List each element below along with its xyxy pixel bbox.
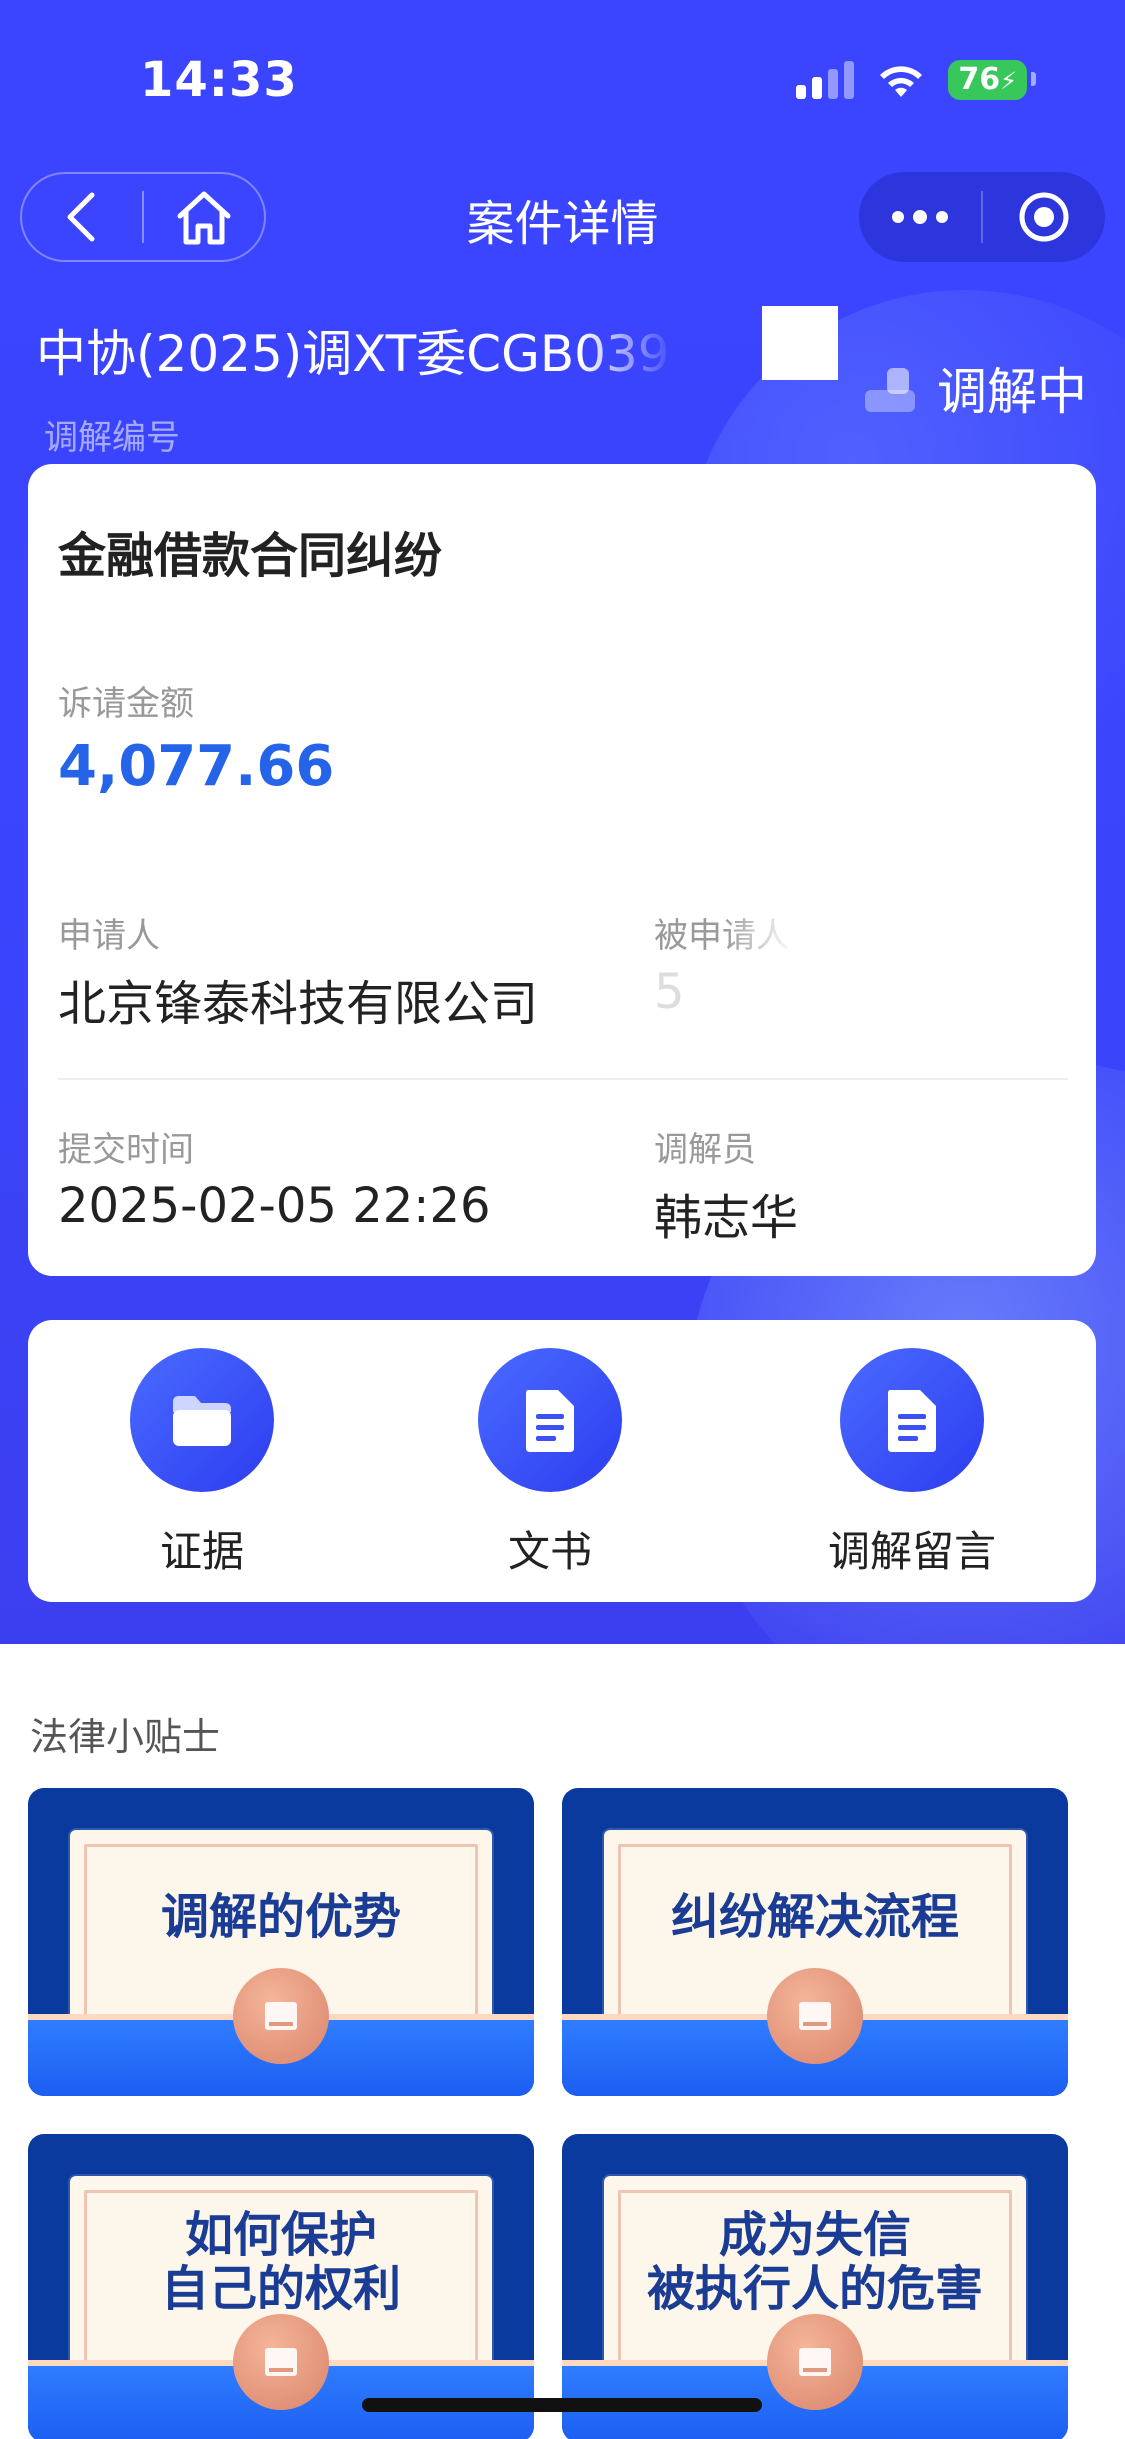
tip-card[interactable]: 纠纷解决流程 xyxy=(562,1788,1068,2096)
amount-label: 诉请金额 xyxy=(58,684,194,724)
cellular-signal-icon xyxy=(796,61,855,99)
close-miniprogram-button[interactable] xyxy=(983,173,1105,261)
nav-capsule-right xyxy=(859,172,1105,262)
tip-card[interactable]: 成为失信 被执行人的危害 xyxy=(562,2134,1068,2439)
document-icon xyxy=(478,1348,622,1492)
book-icon xyxy=(233,1968,329,2064)
case-title: 金融借款合同纠纷 xyxy=(58,528,443,584)
case-status: 调解中 xyxy=(861,352,1087,424)
applicant-label: 申请人 xyxy=(58,916,160,956)
target-circle-icon xyxy=(1019,192,1069,242)
submit-time-label: 提交时间 xyxy=(58,1130,194,1170)
tip-title: 如何保护 自己的权利 xyxy=(160,2207,401,2317)
tip-title: 成为失信 被执行人的危害 xyxy=(646,2207,983,2317)
action-panel: 证据 文书 调解留言 xyxy=(28,1320,1096,1602)
folder-icon xyxy=(130,1348,274,1492)
status-icons: 76⚡ xyxy=(796,60,1036,100)
more-dots-icon xyxy=(892,210,948,224)
case-number: 中协(2025)调XT委CGB039 xyxy=(36,325,670,383)
case-number-label: 调解编号 xyxy=(44,418,180,458)
applicant-value: 北京锋泰科技有限公司 xyxy=(58,976,539,1032)
mediation-message-button[interactable]: 调解留言 xyxy=(792,1348,1032,1579)
documents-label: 文书 xyxy=(507,1527,592,1576)
documents-button[interactable]: 文书 xyxy=(430,1348,670,1579)
book-icon xyxy=(767,1968,863,2064)
tip-card[interactable]: 调解的优势 xyxy=(28,1788,534,2096)
qr-placeholder xyxy=(762,306,838,380)
tip-card[interactable]: 如何保护 自己的权利 xyxy=(28,2134,534,2439)
mediator-value: 韩志华 xyxy=(654,1190,799,1246)
mediator-label: 调解员 xyxy=(654,1130,756,1170)
evidence-button[interactable]: 证据 xyxy=(82,1348,322,1579)
home-indicator xyxy=(362,2398,762,2412)
case-info-card: 金融借款合同纠纷 诉请金额 4,077.66 申请人 北京锋泰科技有限公司 被申… xyxy=(28,464,1096,1276)
card-divider xyxy=(58,1078,1068,1080)
battery-indicator: 76⚡ xyxy=(948,60,1036,100)
evidence-label: 证据 xyxy=(159,1527,244,1576)
book-icon xyxy=(233,2314,329,2410)
document-icon xyxy=(840,1348,984,1492)
header-background: 14:33 76⚡ 案件详情 中协(2025)调XT委CGB039 调解编号 调… xyxy=(0,0,1125,1644)
tip-title: 调解的优势 xyxy=(160,1889,401,1945)
status-cube-icon xyxy=(865,368,915,412)
respondent-label: 被申请人 xyxy=(654,916,790,956)
claim-amount: 4,077.66 xyxy=(58,734,335,799)
tip-title: 纠纷解决流程 xyxy=(670,1889,959,1945)
status-time: 14:33 xyxy=(140,52,298,108)
respondent-value: 5 xyxy=(654,964,685,1020)
wifi-icon xyxy=(880,66,923,97)
book-icon xyxy=(767,2314,863,2410)
more-button[interactable] xyxy=(859,173,981,261)
legal-tips-title: 法律小贴士 xyxy=(30,1715,221,1759)
status-label: 调解中 xyxy=(937,363,1087,421)
submit-time-value: 2025-02-05 22:26 xyxy=(58,1178,491,1234)
mediation-message-label: 调解留言 xyxy=(827,1527,996,1576)
